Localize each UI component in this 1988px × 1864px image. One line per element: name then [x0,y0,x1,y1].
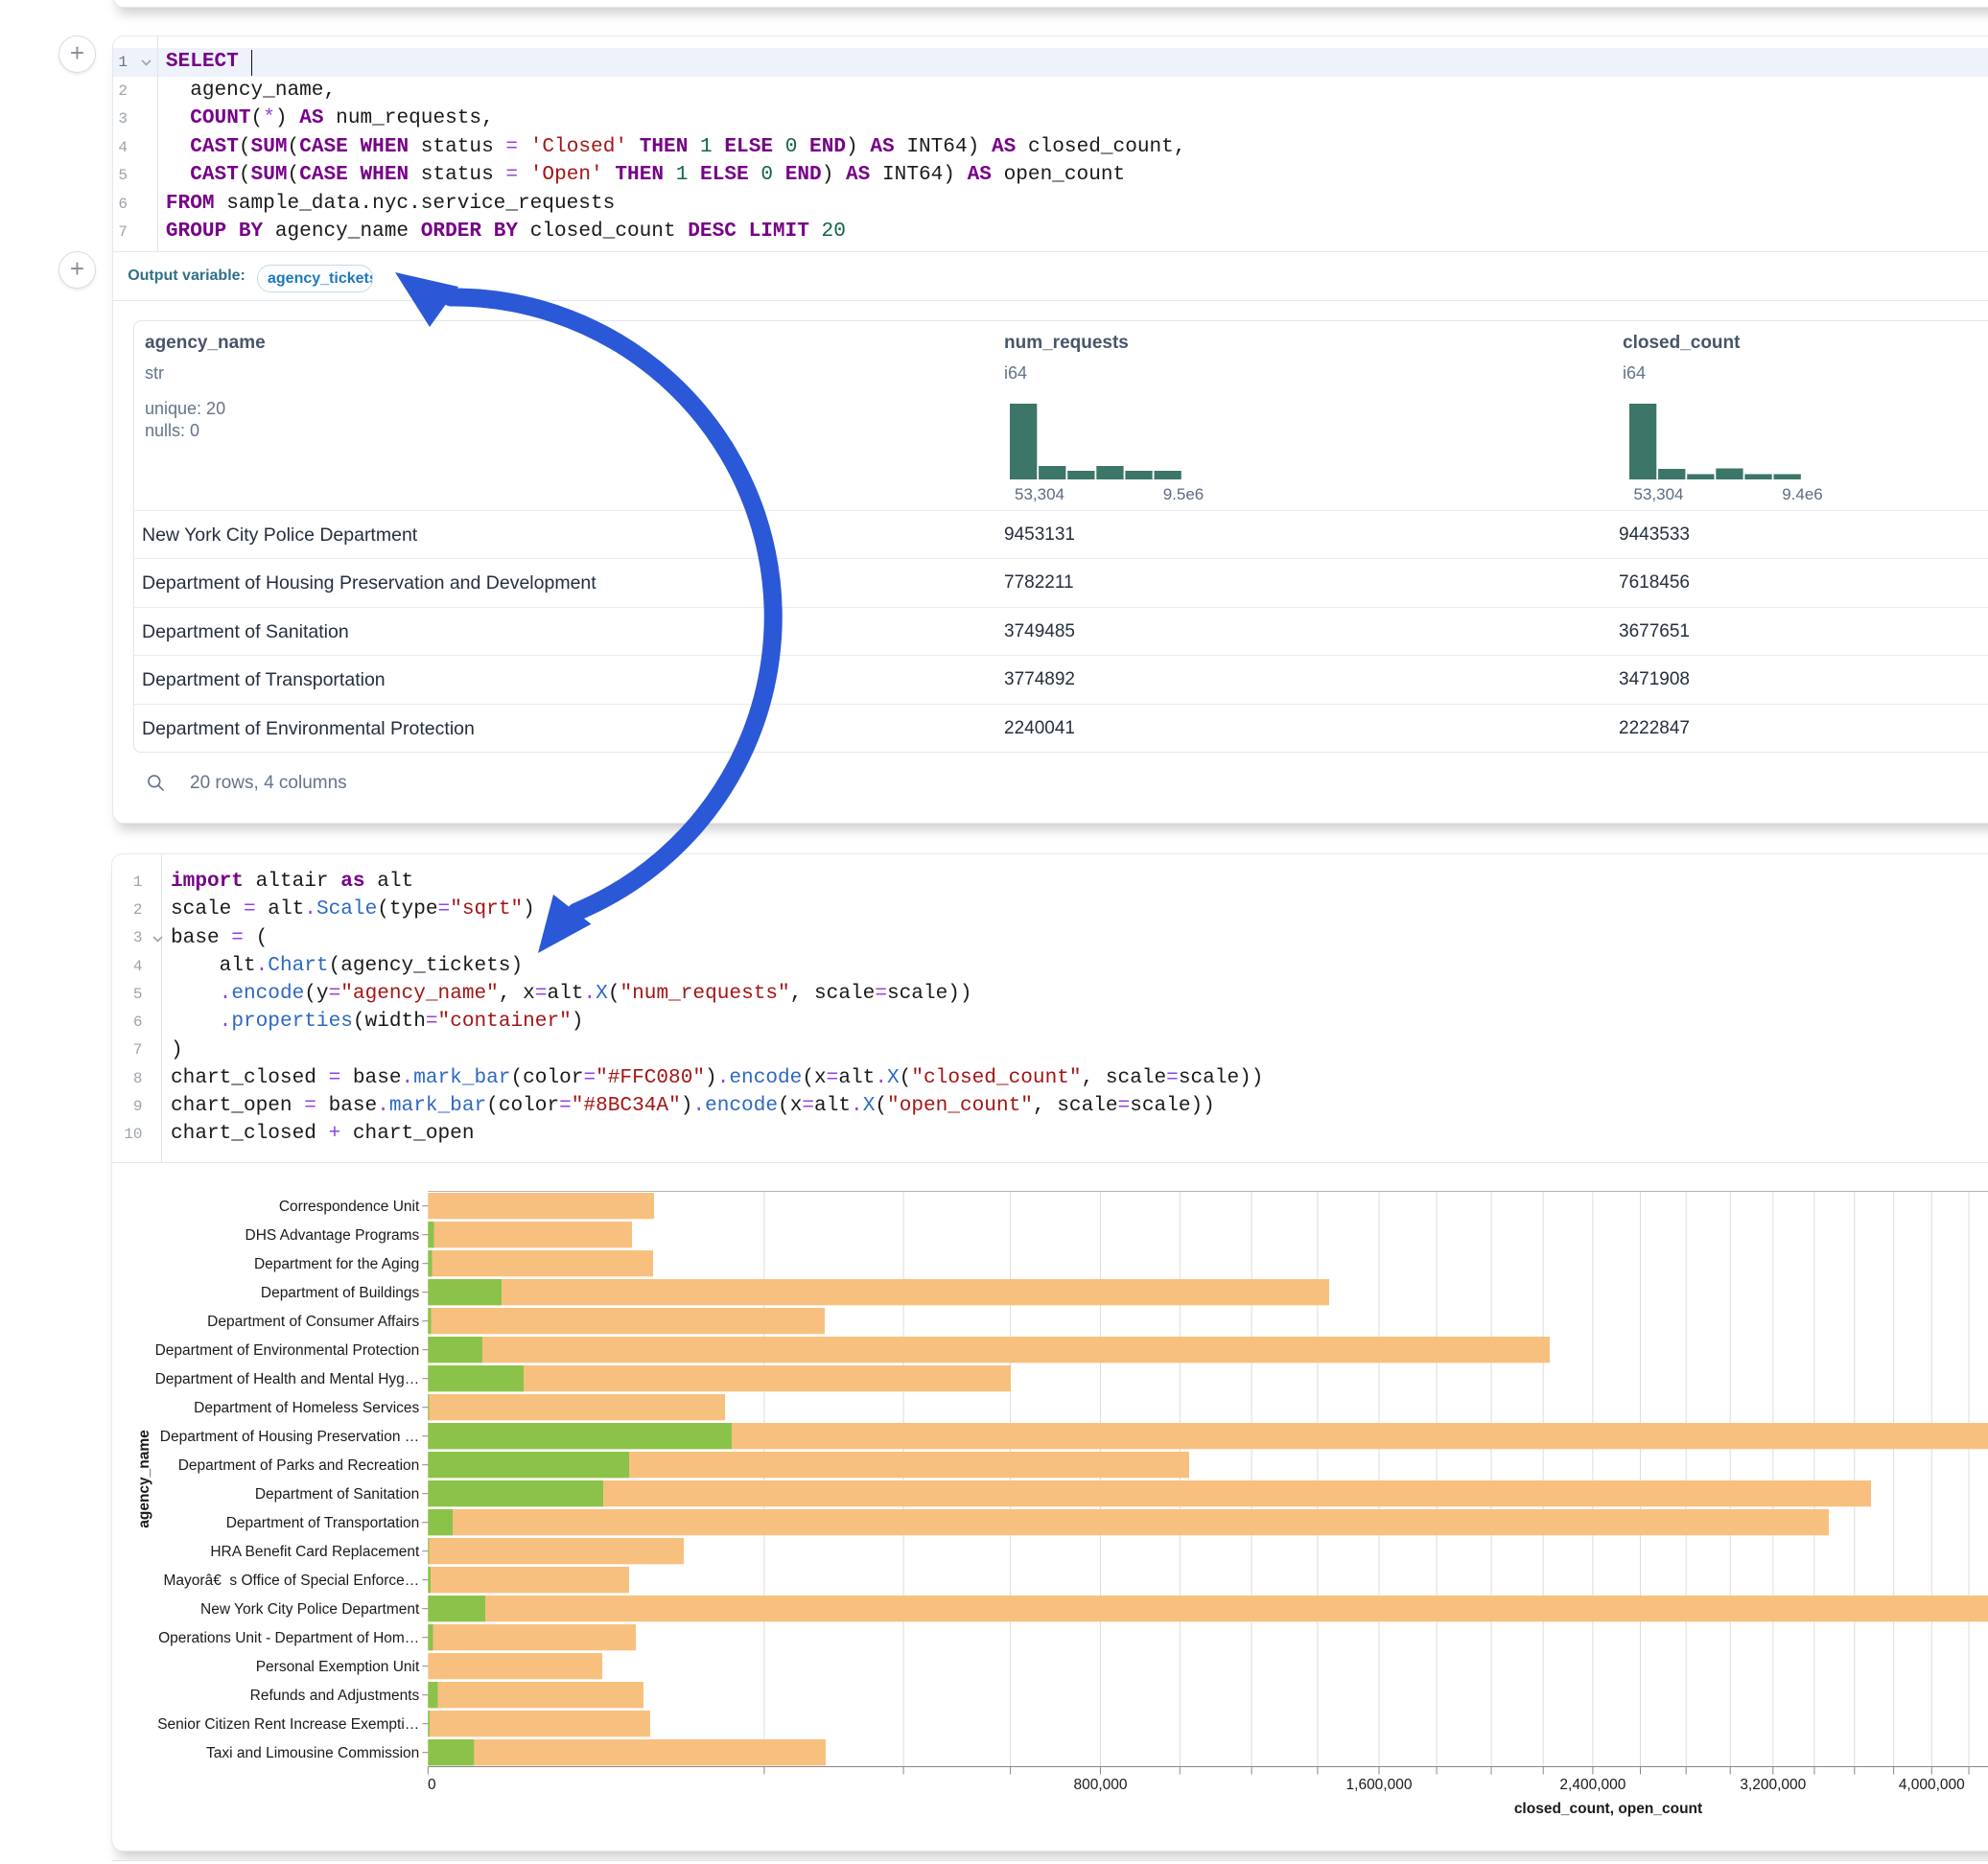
svg-text:Department of Buildings: Department of Buildings [261,1285,420,1301]
svg-text:Department of Transportation: Department of Transportation [226,1515,420,1531]
svg-text:0: 0 [428,1777,436,1793]
svg-text:Department of Parks and Recrea: Department of Parks and Recreation [178,1457,420,1474]
svg-text:Department for the Aging: Department for the Aging [254,1256,419,1272]
svg-text:Department of Housing Preserva: Department of Housing Preservation … [160,1429,420,1445]
svg-text:Department of Sanitation: Department of Sanitation [255,1486,419,1503]
svg-text:800,000: 800,000 [1073,1777,1127,1793]
svg-text:DHS Advantage Programs: DHS Advantage Programs [246,1227,420,1244]
svg-text:Mayorâ€ s Office of Special E: Mayorâ€ s Office of Special Enforce… [164,1573,420,1589]
svg-text:Department of Homeless Service: Department of Homeless Services [194,1400,419,1416]
svg-text:Senior Citizen Rent Increase E: Senior Citizen Rent Increase Exempti… [157,1716,419,1733]
svg-text:Personal Exemption Unit: Personal Exemption Unit [256,1659,420,1675]
svg-text:Department of Consumer Affairs: Department of Consumer Affairs [207,1314,419,1330]
svg-text:Department of Environmental Pr: Department of Environmental Protection [155,1342,420,1359]
svg-text:closed_count, open_count: closed_count, open_count [1514,1801,1702,1817]
svg-text:Refunds and Adjustments: Refunds and Adjustments [250,1688,420,1704]
svg-text:agency_name: agency_name [136,1430,152,1528]
svg-text:Operations Unit - Department o: Operations Unit - Department of Hom… [158,1630,419,1646]
svg-text:New York City Police Departmen: New York City Police Department [200,1601,420,1618]
svg-text:3,200,000: 3,200,000 [1740,1777,1806,1793]
svg-text:HRA Benefit Card Replacement: HRA Benefit Card Replacement [210,1544,420,1560]
svg-text:2,400,000: 2,400,000 [1559,1777,1625,1793]
svg-text:Correspondence Unit: Correspondence Unit [279,1199,420,1215]
svg-text:1,600,000: 1,600,000 [1346,1777,1413,1793]
svg-text:Department of Health and Menta: Department of Health and Mental Hyg… [155,1371,420,1387]
svg-text:4,000,000: 4,000,000 [1899,1777,1965,1793]
svg-text:Taxi and Limousine Commission: Taxi and Limousine Commission [206,1745,419,1761]
